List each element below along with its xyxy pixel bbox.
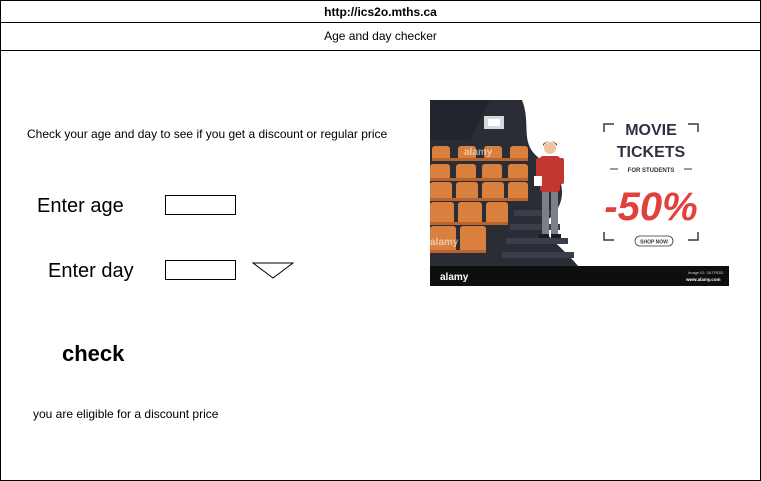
day-input[interactable]: [165, 260, 236, 280]
ad-discount: -50%: [604, 185, 697, 229]
age-input[interactable]: [165, 195, 236, 215]
check-button[interactable]: check: [62, 341, 124, 367]
watermark-left: alamy: [430, 237, 459, 248]
result-message: you are eligible for a discount price: [33, 407, 219, 421]
url-bar[interactable]: http://ics2o.mths.ca: [1, 1, 760, 23]
ad-footer-site: www.alamy.com: [685, 277, 721, 282]
movie-tickets-ad-image: alamy alamy MOVIE TICKETS FOR STUDENTS -…: [430, 100, 729, 286]
ad-footer-id: Image ID: 2A7F53D: [688, 270, 723, 275]
day-dropdown-arrow-icon[interactable]: [252, 262, 294, 279]
ad-subline: FOR STUDENTS: [628, 168, 675, 174]
page-title: Age and day checker: [1, 23, 760, 51]
day-label: Enter day: [48, 260, 134, 282]
watermark-top: alamy: [464, 147, 493, 158]
ad-headline-line2: TICKETS: [617, 144, 686, 161]
ad-headline-line1: MOVIE: [625, 122, 677, 139]
intro-text: Check your age and day to see if you get…: [27, 127, 388, 141]
ad-footer-brand: alamy: [440, 272, 469, 283]
age-label: Enter age: [37, 195, 124, 217]
ad-cta: SHOP NOW: [640, 240, 668, 246]
